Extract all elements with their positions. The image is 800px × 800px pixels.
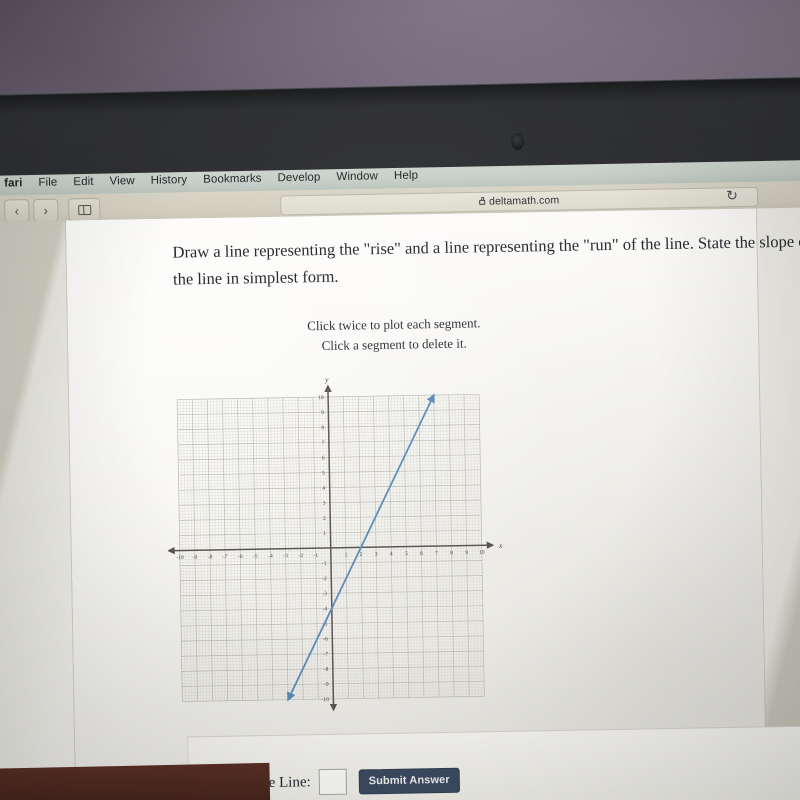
svg-text:7: 7 — [435, 551, 438, 557]
svg-text:10: 10 — [318, 395, 324, 401]
svg-text:-1: -1 — [322, 561, 327, 567]
address-bar-url: deltamath.com — [488, 194, 560, 208]
svg-text:4: 4 — [390, 551, 393, 557]
svg-text:3: 3 — [375, 552, 378, 558]
slope-input[interactable] — [318, 768, 347, 796]
sidebar-toggle-button[interactable] — [68, 197, 101, 222]
problem-hint: Click twice to plot each segment. Click … — [174, 311, 615, 358]
submit-answer-button[interactable]: Submit Answer — [358, 767, 460, 794]
svg-text:-7: -7 — [323, 652, 328, 658]
svg-text:8: 8 — [450, 550, 453, 556]
svg-text:6: 6 — [322, 455, 325, 461]
svg-text:9: 9 — [465, 550, 468, 556]
svg-text:-5: -5 — [253, 554, 258, 560]
svg-text:1: 1 — [323, 531, 326, 537]
page-content-area: Draw a line representing the "rise" and … — [65, 208, 800, 800]
svg-text:-4: -4 — [323, 606, 328, 612]
sidebar-icon — [77, 204, 91, 215]
svg-text:2: 2 — [323, 516, 326, 522]
svg-text:-7: -7 — [223, 554, 228, 560]
svg-text:-6: -6 — [238, 554, 243, 560]
axes — [167, 384, 495, 712]
menu-item-develop[interactable]: Develop — [277, 171, 320, 184]
coordinate-graph[interactable]: -10 -9 -8 -7 -6 -5 -4 -3 -2 -1 1 2 3 4 5 6 7 8 9 10 -10 -9 -8 -… — [165, 365, 531, 721]
navigation-buttons: ‹ › — [4, 197, 101, 223]
svg-text:x: x — [498, 541, 503, 550]
svg-text:9: 9 — [321, 410, 324, 416]
svg-text:-9: -9 — [193, 555, 198, 561]
menu-item-edit[interactable]: Edit — [73, 176, 93, 188]
svg-text:-6: -6 — [323, 637, 328, 643]
forward-button[interactable]: › — [33, 198, 59, 223]
menu-item-bookmarks[interactable]: Bookmarks — [203, 173, 262, 186]
svg-text:-8: -8 — [208, 554, 213, 560]
svg-text:-2: -2 — [322, 576, 327, 582]
menu-item-history[interactable]: History — [151, 174, 188, 187]
menu-item-help[interactable]: Help — [394, 170, 418, 182]
svg-text:-10: -10 — [321, 697, 329, 703]
svg-text:7: 7 — [322, 440, 325, 446]
svg-text:5: 5 — [405, 551, 408, 557]
menu-item-safari[interactable]: fari — [4, 177, 23, 189]
svg-text:1: 1 — [345, 552, 348, 558]
svg-text:-8: -8 — [324, 667, 329, 673]
svg-text:-3: -3 — [283, 553, 288, 559]
svg-text:-3: -3 — [322, 591, 327, 597]
graph-canvas[interactable]: -10 -9 -8 -7 -6 -5 -4 -3 -2 -1 1 2 3 4 5 6 7 8 9 10 -10 -9 -8 -… — [165, 365, 531, 721]
svg-text:2: 2 — [360, 552, 363, 558]
desk-edge — [0, 762, 271, 800]
svg-text:8: 8 — [321, 425, 324, 431]
menu-item-window[interactable]: Window — [336, 170, 378, 183]
svg-text:5: 5 — [322, 471, 325, 477]
answer-panel: Slope of the Line: Submit Answer — [187, 725, 800, 800]
webcam-icon — [511, 133, 524, 150]
menu-item-file[interactable]: File — [38, 177, 57, 189]
menu-item-view[interactable]: View — [109, 175, 134, 187]
svg-text:4: 4 — [322, 486, 325, 492]
svg-text:10: 10 — [479, 550, 485, 556]
svg-text:-1: -1 — [313, 553, 318, 559]
problem-prompt: Draw a line representing the "rise" and … — [172, 231, 800, 289]
back-button[interactable]: ‹ — [4, 199, 30, 223]
svg-text:-4: -4 — [268, 553, 273, 559]
screenshot-root: fari File Edit View History Bookmarks De… — [0, 0, 800, 800]
lock-icon — [479, 199, 486, 205]
browser-viewport: Draw a line representing the "rise" and … — [0, 206, 800, 800]
svg-text:-9: -9 — [324, 682, 329, 688]
reload-button[interactable]: ↻ — [726, 187, 738, 203]
svg-text:-2: -2 — [298, 553, 303, 559]
svg-text:3: 3 — [323, 501, 326, 507]
problem-content: Draw a line representing the "rise" and … — [172, 227, 800, 358]
svg-text:y: y — [324, 375, 329, 384]
svg-text:6: 6 — [420, 551, 423, 557]
svg-text:-10: -10 — [176, 555, 184, 561]
